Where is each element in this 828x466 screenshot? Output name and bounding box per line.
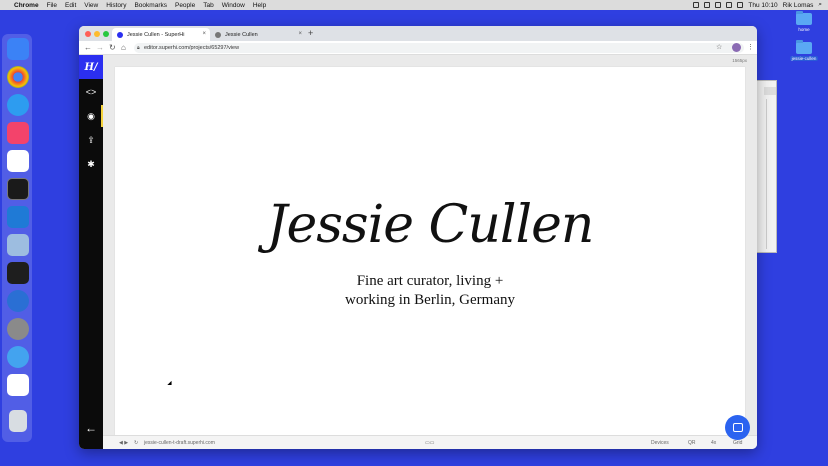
desktop-folder-home[interactable]: home bbox=[786, 11, 822, 32]
superhi-favicon-icon bbox=[117, 31, 123, 38]
chat-support-button[interactable] bbox=[725, 415, 750, 440]
more-menu-icon[interactable]: ⋮ bbox=[747, 43, 754, 51]
settings-gear-icon[interactable]: ✱ bbox=[79, 153, 103, 175]
preview-eye-icon[interactable]: ◉ bbox=[79, 105, 103, 127]
code-view-icon[interactable]: <> bbox=[79, 81, 103, 103]
menu-user[interactable]: Rik Lomas bbox=[783, 2, 814, 9]
menu-bar: Chrome File Edit View History Bookmarks … bbox=[0, 0, 828, 10]
trash-icon[interactable] bbox=[9, 410, 27, 432]
subtitle-line: working in Berlin, Germany bbox=[345, 292, 515, 308]
globe-icon bbox=[215, 31, 221, 38]
new-tab-button[interactable]: + bbox=[308, 28, 313, 38]
url-text: editor.superhi.com/projects/65297/view bbox=[144, 45, 240, 51]
page-title: Jessie Cullen bbox=[266, 195, 595, 255]
music-icon[interactable] bbox=[7, 122, 29, 144]
editor-sidebar: H/ <> ◉ ⇪ ✱ ← bbox=[79, 55, 103, 449]
tab-superhi-editor[interactable]: Jessie Cullen - SuperHi × bbox=[112, 28, 210, 41]
desktop-label: home bbox=[798, 27, 810, 32]
preview-icon[interactable] bbox=[7, 234, 29, 256]
page-subtitle: Fine art curator, living + working in Be… bbox=[115, 272, 745, 310]
preview-canvas: 1565px Jessie Cullen Fine art curator, l… bbox=[103, 55, 757, 435]
editor-status-bar: ◀ ▶ ↻ jessie-cullen-t-draft.superhi.com … bbox=[103, 435, 757, 449]
qr-toggle[interactable]: QR bbox=[688, 440, 696, 446]
menu-bookmarks[interactable]: Bookmarks bbox=[134, 2, 167, 9]
terminal-icon[interactable] bbox=[7, 178, 29, 200]
zoom-toggle[interactable]: 4x bbox=[711, 440, 716, 446]
close-window-button[interactable] bbox=[85, 31, 91, 37]
resize-handle[interactable]: ▭▭ bbox=[425, 440, 434, 446]
menu-help[interactable]: Help bbox=[253, 2, 266, 9]
share-icon[interactable]: ⇪ bbox=[79, 129, 103, 151]
tweetbot-icon[interactable] bbox=[7, 346, 29, 368]
superhi-logo[interactable]: H/ bbox=[79, 55, 103, 79]
battery-icon[interactable] bbox=[737, 2, 744, 8]
back-icon[interactable]: ← bbox=[84, 43, 92, 52]
slack-icon[interactable] bbox=[7, 150, 29, 172]
messages-icon[interactable] bbox=[7, 94, 29, 116]
folder-icon bbox=[796, 11, 812, 25]
chat-icon bbox=[732, 423, 743, 432]
devices-toggle[interactable]: Devices bbox=[651, 440, 669, 446]
preview-page[interactable]: Jessie Cullen Fine art curator, living +… bbox=[115, 67, 745, 435]
finder-icon[interactable] bbox=[7, 38, 29, 60]
menu-file[interactable]: File bbox=[47, 2, 57, 9]
reload-icon[interactable]: ↻ bbox=[134, 440, 138, 446]
minimize-window-button[interactable] bbox=[94, 31, 100, 37]
wifi-icon[interactable] bbox=[726, 2, 733, 8]
search-icon[interactable]: ⌕ bbox=[818, 1, 822, 9]
tower-icon[interactable] bbox=[7, 290, 29, 312]
vscode-icon[interactable] bbox=[7, 206, 29, 228]
back-icon[interactable]: ◀ ▶ bbox=[119, 440, 128, 446]
status-icon[interactable] bbox=[715, 2, 722, 8]
photo-icon[interactable] bbox=[7, 318, 29, 340]
grid-toggle[interactable]: Grid bbox=[733, 440, 742, 446]
menu-window[interactable]: Window bbox=[222, 2, 245, 9]
menu-clock[interactable]: Thu 10:10 bbox=[748, 2, 777, 9]
browser-toolbar: ← → ↻ ⌂ 🔒︎ editor.superhi.com/projects/6… bbox=[79, 41, 757, 55]
tab-label: Jessie Cullen - SuperHi bbox=[127, 31, 185, 38]
dock bbox=[2, 34, 32, 442]
window-part bbox=[766, 99, 767, 249]
tab-strip: Jessie Cullen - SuperHi × Jessie Cullen … bbox=[79, 26, 757, 41]
menu-tab[interactable]: Tab bbox=[203, 2, 213, 9]
profile-avatar[interactable] bbox=[732, 43, 741, 52]
lock-icon: 🔒︎ bbox=[137, 45, 140, 51]
status-icon[interactable] bbox=[704, 2, 711, 8]
menu-people[interactable]: People bbox=[175, 2, 195, 9]
figma-icon[interactable] bbox=[7, 262, 29, 284]
address-bar[interactable]: 🔒︎ editor.superhi.com/projects/65297/vie… bbox=[134, 43, 744, 53]
desktop-folder-jessie-cullen[interactable]: jessie-cullen bbox=[786, 40, 822, 61]
status-icon[interactable] bbox=[693, 2, 700, 8]
tab-jessie-cullen[interactable]: Jessie Cullen × bbox=[210, 28, 306, 41]
canvas-size-select[interactable]: 1565px bbox=[732, 58, 747, 63]
browser-window: Jessie Cullen - SuperHi × Jessie Cullen … bbox=[79, 26, 757, 449]
window-part bbox=[764, 87, 776, 95]
menu-chrome[interactable]: Chrome bbox=[14, 2, 39, 9]
background-window[interactable] bbox=[755, 80, 777, 253]
ia-writer-icon[interactable] bbox=[7, 374, 29, 396]
reload-icon[interactable]: ↻ bbox=[109, 43, 116, 52]
subtitle-line: Fine art curator, living + bbox=[356, 273, 504, 289]
close-icon[interactable]: × bbox=[298, 31, 302, 37]
mouse-cursor bbox=[167, 380, 174, 388]
back-arrow-icon[interactable]: ← bbox=[79, 417, 103, 439]
tab-label: Jessie Cullen bbox=[225, 31, 258, 38]
preview-url[interactable]: jessie-cullen-t-draft.superhi.com bbox=[144, 440, 215, 446]
menu-history[interactable]: History bbox=[106, 2, 126, 9]
close-icon[interactable]: × bbox=[202, 31, 206, 37]
menu-edit[interactable]: Edit bbox=[65, 2, 76, 9]
menu-view[interactable]: View bbox=[84, 2, 98, 9]
forward-icon[interactable]: → bbox=[96, 43, 104, 52]
desktop-label: jessie-cullen bbox=[789, 56, 819, 61]
zoom-window-button[interactable] bbox=[103, 31, 109, 37]
chrome-icon[interactable] bbox=[7, 66, 29, 88]
bookmark-star-icon[interactable]: ☆ bbox=[716, 43, 722, 51]
home-icon[interactable]: ⌂ bbox=[121, 43, 126, 52]
folder-icon bbox=[796, 40, 812, 54]
